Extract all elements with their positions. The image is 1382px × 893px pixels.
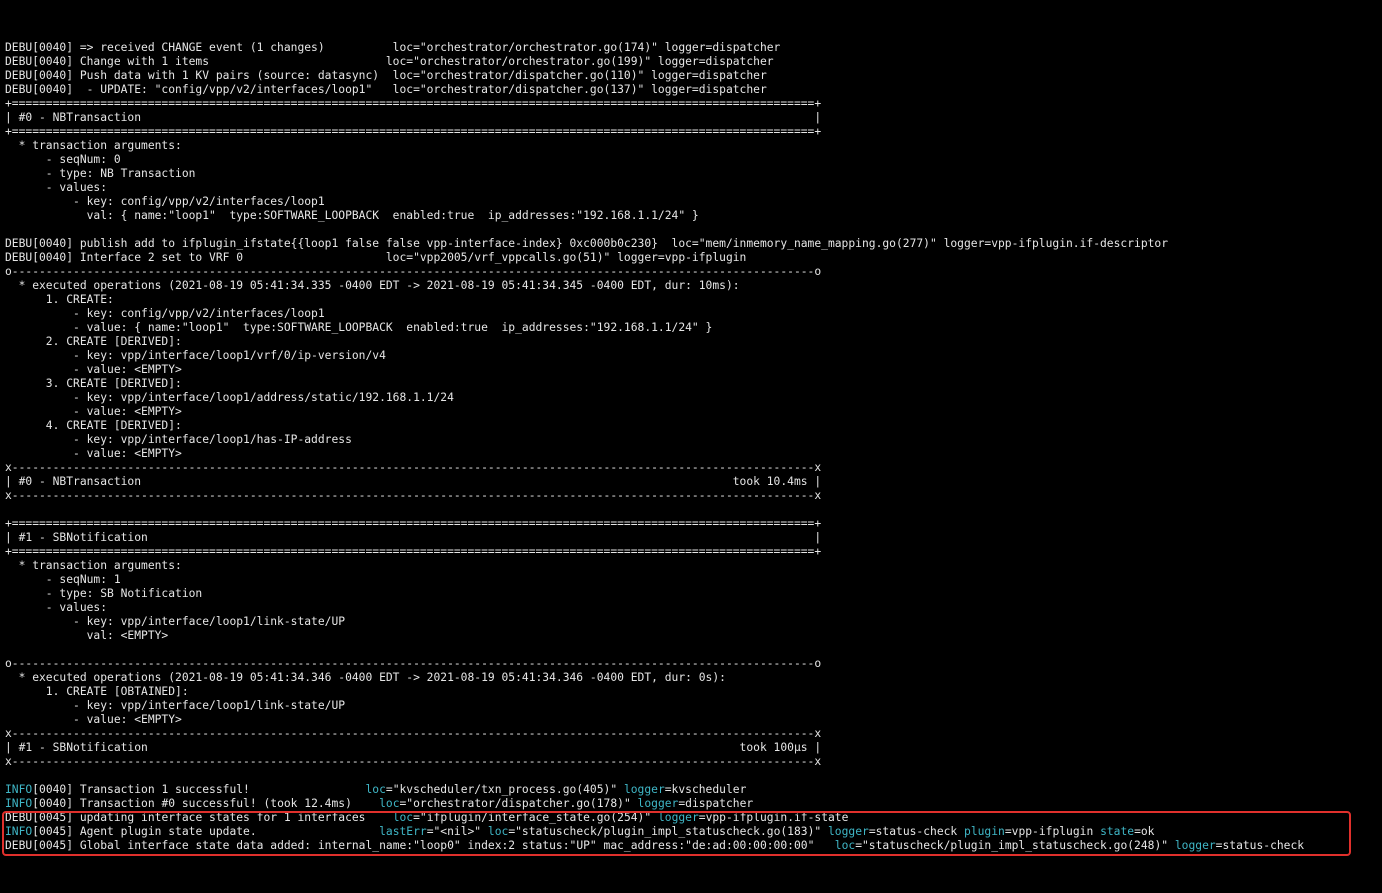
log-line: - seqNum: 1: [5, 573, 121, 586]
log-line: DEBU[0040] Interface 2 set to VRF 0 loc=…: [5, 251, 747, 264]
log-line: - key: vpp/interface/loop1/address/stati…: [5, 391, 454, 404]
log-line-info-transaction-1: INFO[0040] Transaction 1 successful! loc…: [5, 783, 747, 796]
log-line: - seqNum: 0: [5, 153, 121, 166]
log-line-debu-global-state: DEBU[0045] Global interface state data a…: [5, 839, 1305, 852]
log-line: x---------------------------------------…: [5, 461, 822, 474]
log-line: 1. CREATE [OBTAINED]:: [5, 685, 189, 698]
log-line: - key: vpp/interface/loop1/link-state/UP: [5, 615, 346, 628]
log-line: x---------------------------------------…: [5, 755, 822, 768]
log-line: 3. CREATE [DERIVED]:: [5, 377, 182, 390]
log-line: | #0 - NBTransaction |: [5, 111, 822, 124]
log-line: - value: <EMPTY>: [5, 447, 182, 460]
log-line: | #1 - SBNotification |: [5, 531, 822, 544]
log-line: - key: vpp/interface/loop1/has-IP-addres…: [5, 433, 352, 446]
log-line-info-agent-plugin: INFO[0045] Agent plugin state update. la…: [5, 825, 1155, 838]
log-line: val: <EMPTY>: [5, 629, 169, 642]
log-line-debu-updating-states: DEBU[0045] updating interface states for…: [5, 811, 849, 824]
log-line: 4. CREATE [DERIVED]:: [5, 419, 182, 432]
log-line: DEBU[0040] - UPDATE: "config/vpp/v2/inte…: [5, 83, 767, 96]
log-line: o---------------------------------------…: [5, 657, 822, 670]
log-line: - key: vpp/interface/loop1/link-state/UP: [5, 699, 346, 712]
log-line: +=======================================…: [5, 125, 822, 138]
log-line: 1. CREATE:: [5, 293, 114, 306]
log-line: DEBU[0040] publish add to ifplugin_ifsta…: [5, 237, 1169, 250]
log-line: - values:: [5, 601, 108, 614]
log-line: - value: <EMPTY>: [5, 363, 182, 376]
log-line: x---------------------------------------…: [5, 727, 822, 740]
log-line: | #1 - SBNotification took 100µs |: [5, 741, 822, 754]
log-line: 2. CREATE [DERIVED]:: [5, 335, 182, 348]
log-line: +=======================================…: [5, 517, 822, 530]
log-line-info-transaction-0: INFO[0040] Transaction #0 successful! (t…: [5, 797, 754, 810]
log-line: +=======================================…: [5, 97, 822, 110]
terminal-window[interactable]: DEBU[0040] => received CHANGE event (1 c…: [0, 0, 1382, 893]
log-line: - key: vpp/interface/loop1/vrf/0/ip-vers…: [5, 349, 386, 362]
log-line: - values:: [5, 181, 108, 194]
log-line: - value: { name:"loop1" type:SOFTWARE_LO…: [5, 321, 713, 334]
log-line: - key: config/vpp/v2/interfaces/loop1: [5, 195, 325, 208]
log-line: +=======================================…: [5, 545, 822, 558]
log-line: o---------------------------------------…: [5, 265, 822, 278]
log-line: - value: <EMPTY>: [5, 713, 182, 726]
log-line: | #0 - NBTransaction took 10.4ms |: [5, 475, 822, 488]
log-line: DEBU[0040] Push data with 1 KV pairs (so…: [5, 69, 767, 82]
log-line: * transaction arguments:: [5, 139, 182, 152]
log-line: x---------------------------------------…: [5, 489, 822, 502]
log-line: * executed operations (2021-08-19 05:41:…: [5, 671, 726, 684]
log-line: DEBU[0040] => received CHANGE event (1 c…: [5, 41, 781, 54]
log-line: * transaction arguments:: [5, 559, 182, 572]
log-line: - value: <EMPTY>: [5, 405, 182, 418]
log-line: val: { name:"loop1" type:SOFTWARE_LOOPBA…: [5, 209, 699, 222]
log-line: - type: SB Notification: [5, 587, 203, 600]
log-line: - type: NB Transaction: [5, 167, 196, 180]
log-line: DEBU[0040] Change with 1 items loc="orch…: [5, 55, 774, 68]
log-line: - key: config/vpp/v2/interfaces/loop1: [5, 307, 325, 320]
log-line: * executed operations (2021-08-19 05:41:…: [5, 279, 740, 292]
